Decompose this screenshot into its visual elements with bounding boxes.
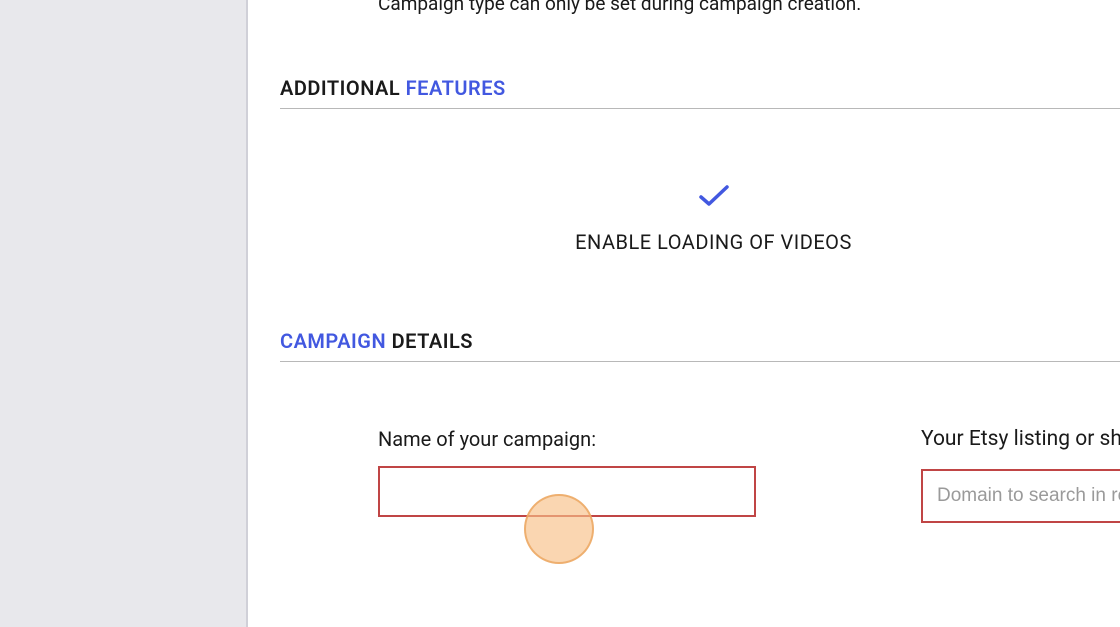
listing-label: Your Etsy listing or shop [921, 427, 1120, 451]
campaign-details-section: CAMPAIGN DETAILS Name of your campaign: … [280, 329, 1120, 523]
enable-video-feature[interactable]: ENABLE LOADING OF VIDEOS [307, 184, 1120, 254]
campaign-name-field-group: Name of your campaign: [280, 427, 756, 523]
listing-input[interactable] [921, 469, 1120, 523]
campaign-type-hint: Campaign type can only be set during cam… [378, 0, 861, 15]
campaign-details-heading: CAMPAIGN DETAILS [280, 329, 1120, 362]
additional-features-heading: ADDITIONAL FEATURES [280, 76, 1120, 109]
campaign-name-label: Name of your campaign: [280, 427, 756, 451]
heading-text-accent: FEATURES [406, 76, 506, 100]
sidebar [0, 0, 248, 627]
main-content: Campaign type can only be set during cam… [248, 0, 1120, 627]
heading-text-accent: CAMPAIGN [280, 329, 386, 353]
heading-text-plain: DETAILS [386, 329, 473, 353]
listing-field-group: Your Etsy listing or shop [921, 427, 1120, 523]
checkmark-icon [698, 184, 730, 212]
enable-video-label: ENABLE LOADING OF VIDEOS [307, 230, 1120, 254]
additional-features-section: ADDITIONAL FEATURES ENABLE LOADING OF VI… [280, 76, 1120, 254]
campaign-name-input[interactable] [378, 466, 756, 517]
heading-text-plain: ADDITIONAL [280, 76, 406, 100]
campaign-form-row: Name of your campaign: Your Etsy listing… [280, 427, 1120, 523]
